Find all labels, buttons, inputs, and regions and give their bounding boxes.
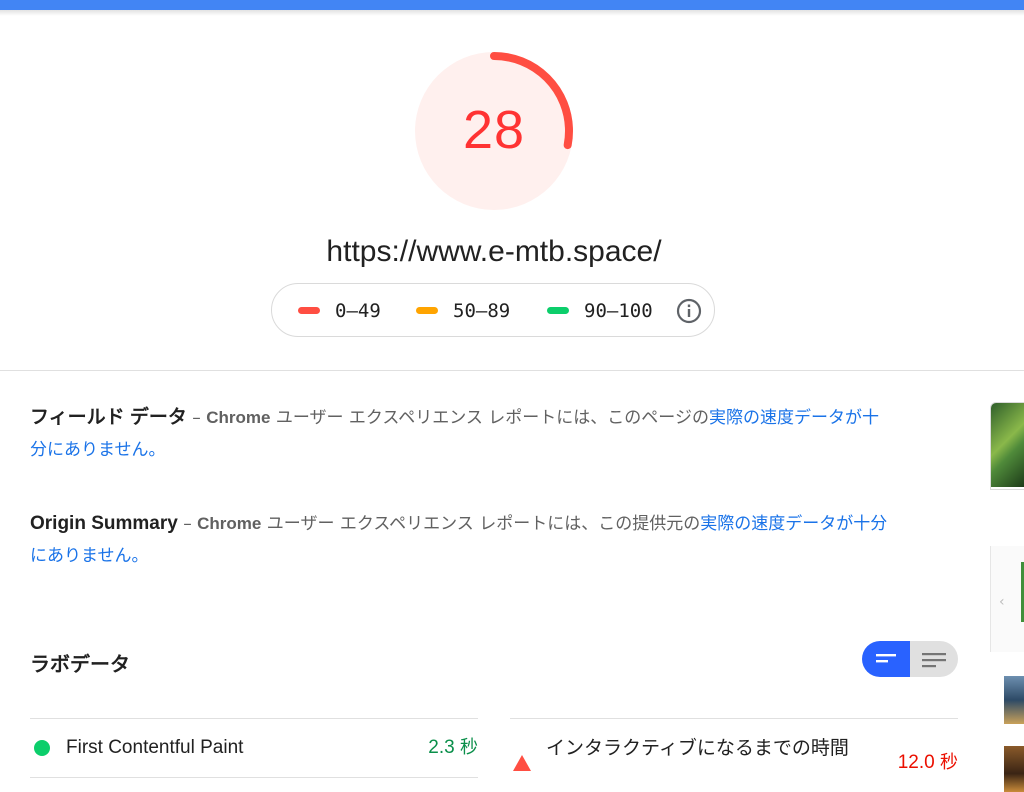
pass-status-icon (34, 740, 50, 756)
analyzed-url: https://www.e-mtb.space/ (326, 235, 662, 268)
field-data-source: Chrome (206, 408, 271, 427)
field-data-section: フィールド データ – Chrome ユーザー エクスペリエンス レポートには、… (30, 402, 890, 466)
chevron-left-icon: ‹ (999, 594, 1005, 610)
compact-view-icon (876, 654, 896, 663)
origin-summary-text: ユーザー エクスペリエンス レポートには、この提供元の (261, 514, 701, 534)
expanded-view-icon (922, 653, 946, 668)
pass-swatch-icon (547, 307, 569, 314)
fail-swatch-icon (298, 307, 320, 314)
metric-value-tti: 12.0 秒 (860, 748, 958, 778)
metric-name-fcp: First Contentful Paint (66, 737, 244, 758)
top-accent-bar (0, 0, 1024, 10)
screenshot-thumbnail (990, 402, 1024, 490)
field-data-text: ユーザー エクスペリエンス レポートには、このページの (270, 408, 709, 428)
screenshot-thumbnail: ‹ (990, 546, 1024, 652)
field-data-heading: フィールド データ (30, 407, 187, 428)
performance-score: 28 (462, 100, 526, 160)
info-icon[interactable] (676, 298, 702, 324)
score-legend: 0–49 50–89 90–100 (271, 283, 715, 337)
metric-value-number: 12.0 (897, 752, 935, 773)
metric-value-unit: 秒 (460, 737, 478, 758)
screenshot-thumbnail (1004, 746, 1024, 792)
metric-value-fcp: 2.3 秒 (380, 733, 478, 763)
origin-summary-dash: – (177, 514, 198, 534)
metrics-view-toggle (862, 641, 958, 677)
legend-label-fail: 0–49 (335, 300, 381, 322)
origin-summary-section: Origin Summary – Chrome ユーザー エクスペリエンス レポ… (30, 508, 890, 572)
expanded-view-button[interactable] (910, 641, 958, 677)
legend-label-average: 50–89 (453, 300, 511, 322)
metric-value-number: 2.3 (428, 737, 455, 758)
average-swatch-icon (416, 307, 438, 314)
metric-divider (30, 718, 478, 719)
top-bar-shadow (0, 10, 1024, 16)
legend-label-pass: 90–100 (584, 300, 653, 322)
origin-summary-source: Chrome (197, 514, 262, 533)
origin-summary-heading: Origin Summary (30, 513, 178, 534)
fail-triangle-icon (513, 755, 531, 771)
metric-divider (30, 777, 478, 778)
compact-view-button[interactable] (862, 641, 910, 677)
lab-data-title: ラボデータ (30, 652, 130, 676)
page-screenshot-strip: ‹ (988, 400, 1024, 792)
metric-divider (510, 718, 958, 719)
metric-value-unit: 秒 (940, 752, 958, 773)
field-data-dash: – (186, 408, 207, 428)
screenshot-thumbnail (1004, 676, 1024, 724)
header-divider (0, 370, 1024, 371)
metric-name-tti: インタラクティブになるまでの時間 (546, 738, 849, 759)
